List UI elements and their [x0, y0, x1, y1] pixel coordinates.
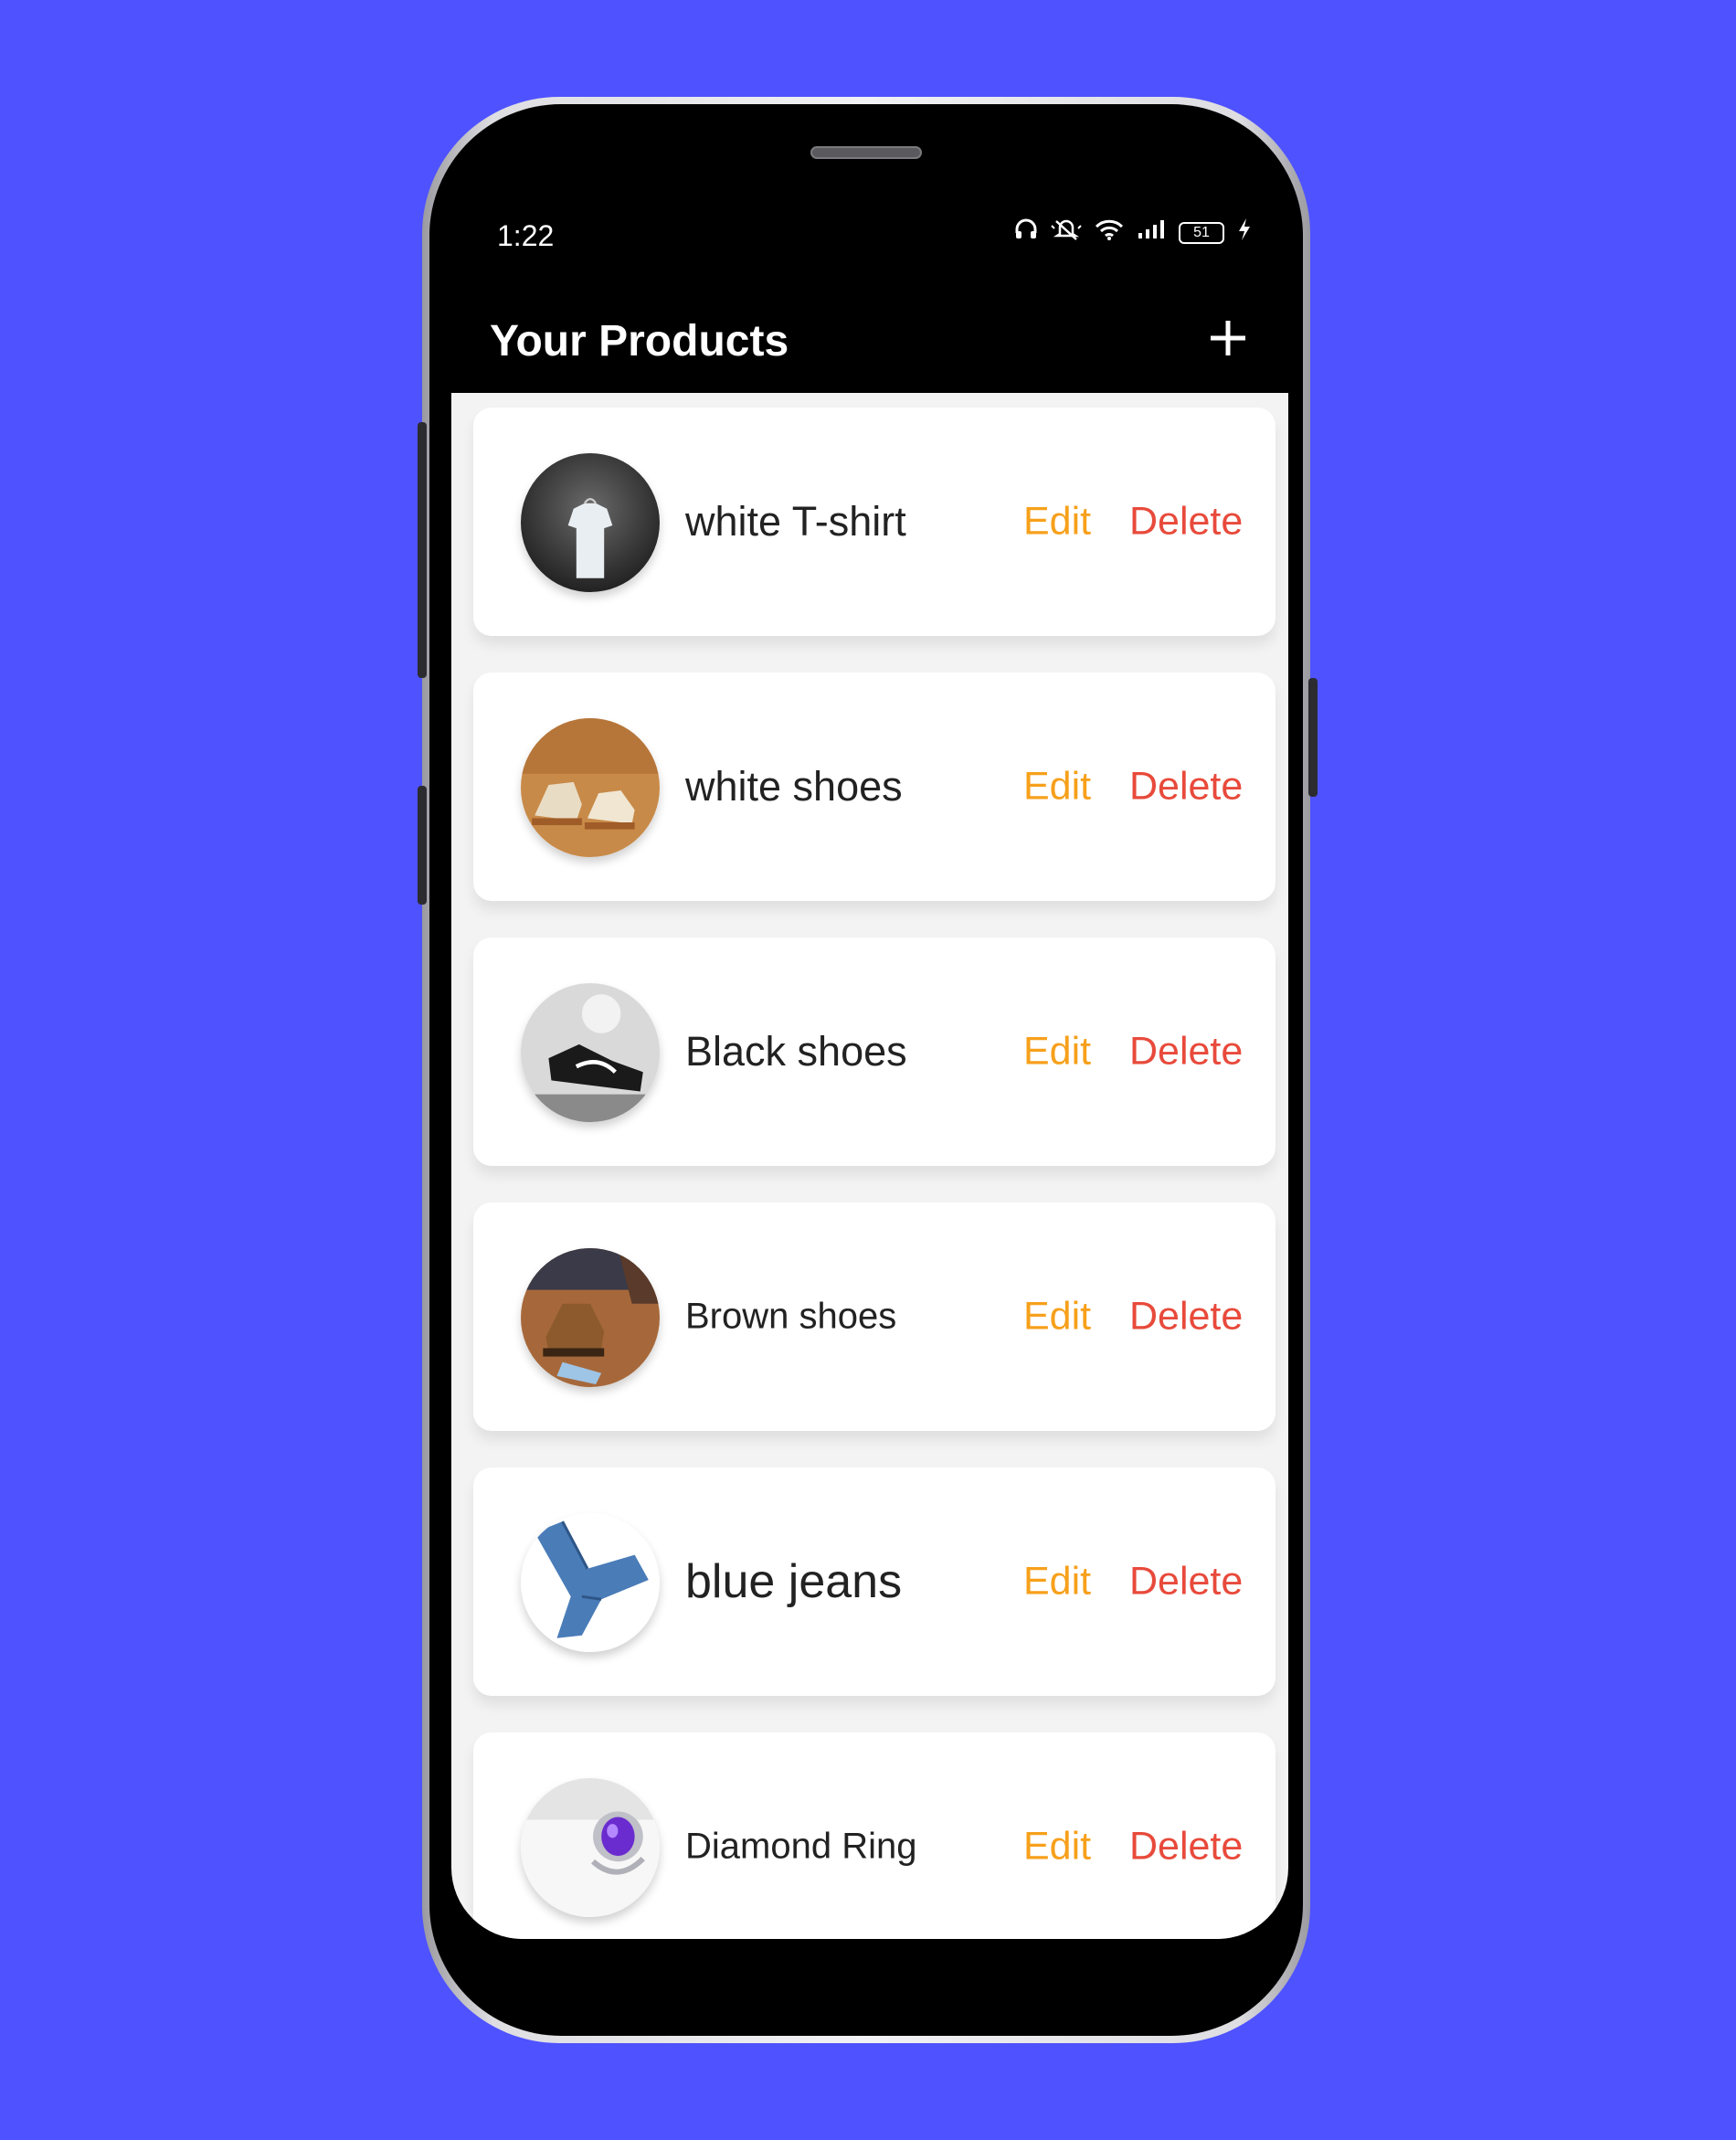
product-image — [521, 1778, 660, 1917]
status-time: 1:22 — [497, 219, 555, 252]
delete-button[interactable]: Delete — [1129, 1560, 1243, 1605]
product-card: Black shoes Edit Delete — [473, 938, 1276, 1166]
delete-button[interactable]: Delete — [1129, 1825, 1243, 1870]
headphones-icon — [1014, 218, 1038, 247]
phone-frame: 1:22 51 Your Products white T-shirt Edit… — [422, 97, 1310, 2043]
delete-button[interactable]: Delete — [1129, 1030, 1243, 1075]
power-button — [1308, 678, 1318, 797]
product-card: white T-shirt Edit Delete — [473, 408, 1276, 636]
edit-button[interactable]: Edit — [1023, 1560, 1091, 1605]
wifi-icon — [1095, 218, 1124, 247]
charging-icon — [1237, 217, 1252, 248]
delete-button[interactable]: Delete — [1129, 1295, 1243, 1340]
status-bar: 1:22 51 — [451, 192, 1288, 274]
volume-down-button — [418, 786, 427, 905]
product-name: Black shoes — [685, 1028, 907, 1075]
battery-icon: 51 — [1179, 221, 1224, 244]
phone-body: 1:22 51 Your Products white T-shirt Edit… — [429, 104, 1303, 2036]
product-list-container[interactable]: white T-shirt Edit Delete white shoes Ed… — [451, 393, 1288, 1939]
page-title: Your Products — [490, 317, 789, 365]
delete-button[interactable]: Delete — [1129, 500, 1243, 545]
product-image — [521, 1248, 660, 1387]
edit-button[interactable]: Edit — [1023, 1030, 1091, 1075]
product-card: blue jeans Edit Delete — [473, 1467, 1276, 1696]
product-name: Diamond Ring — [685, 1826, 917, 1867]
edit-button[interactable]: Edit — [1023, 765, 1091, 810]
product-card: Brown shoes Edit Delete — [473, 1202, 1276, 1431]
product-image — [521, 1513, 660, 1652]
product-list: white T-shirt Edit Delete white shoes Ed… — [473, 408, 1276, 1939]
product-image — [521, 453, 660, 592]
product-card: Diamond Ring Edit Delete — [473, 1732, 1276, 1939]
product-name: Brown shoes — [685, 1296, 897, 1337]
product-name: white shoes — [685, 763, 903, 810]
edit-button[interactable]: Edit — [1023, 1825, 1091, 1870]
earpiece-speaker — [810, 146, 922, 159]
product-name: blue jeans — [685, 1555, 903, 1608]
app-bar: Your Products — [451, 292, 1288, 393]
product-name: white T-shirt — [685, 498, 906, 545]
app-screen: 1:22 51 Your Products white T-shirt Edit… — [451, 192, 1288, 1939]
mute-icon — [1051, 217, 1082, 248]
volume-up-button — [418, 422, 427, 678]
product-image — [521, 983, 660, 1122]
add-product-button[interactable] — [1202, 313, 1254, 364]
product-card: white shoes Edit Delete — [473, 673, 1276, 901]
product-image — [521, 718, 660, 857]
edit-button[interactable]: Edit — [1023, 1295, 1091, 1340]
status-icons: 51 — [1014, 217, 1252, 248]
signal-icon — [1137, 218, 1166, 247]
delete-button[interactable]: Delete — [1129, 765, 1243, 810]
edit-button[interactable]: Edit — [1023, 500, 1091, 545]
